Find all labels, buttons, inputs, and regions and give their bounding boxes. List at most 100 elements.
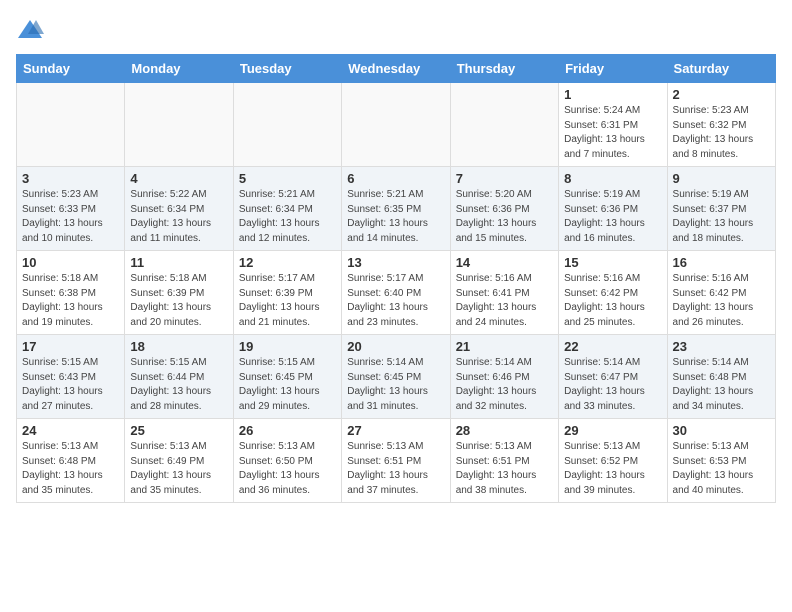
day-number: 12	[239, 255, 336, 270]
calendar-cell: 15 Sunrise: 5:16 AMSunset: 6:42 PMDayligh…	[559, 251, 667, 335]
calendar-cell: 18 Sunrise: 5:15 AMSunset: 6:44 PMDayligh…	[125, 335, 233, 419]
day-number: 29	[564, 423, 661, 438]
day-info: Sunrise: 5:16 AMSunset: 6:42 PMDaylight:…	[564, 272, 661, 330]
calendar-week-5: 24 Sunrise: 5:13 AMSunset: 6:48 PMDayligh…	[17, 419, 776, 503]
calendar-cell: 20 Sunrise: 5:14 AMSunset: 6:45 PMDayligh…	[342, 335, 450, 419]
day-number: 10	[22, 255, 119, 270]
day-number: 2	[673, 87, 770, 102]
day-number: 18	[130, 339, 227, 354]
day-number: 25	[130, 423, 227, 438]
day-number: 30	[673, 423, 770, 438]
calendar-cell: 5 Sunrise: 5:21 AMSunset: 6:34 PMDaylight…	[233, 167, 341, 251]
day-number: 28	[456, 423, 553, 438]
calendar-cell: 16Sunrise: 5:16 AMSunset: 6:42 PMDayligh…	[667, 251, 775, 335]
calendar-cell	[450, 83, 558, 167]
day-info: Sunrise: 5:13 AMSunset: 6:53 PMDaylight:…	[673, 440, 770, 498]
day-info: Sunrise: 5:13 AMSunset: 6:52 PMDaylight:…	[564, 440, 661, 498]
calendar-cell: 10 Sunrise: 5:18 AMSunset: 6:38 PMDayligh…	[17, 251, 125, 335]
calendar-week-2: 3 Sunrise: 5:23 AMSunset: 6:33 PMDaylight…	[17, 167, 776, 251]
day-info: Sunrise: 5:16 AMSunset: 6:41 PMDaylight:…	[456, 272, 553, 330]
day-number: 20	[347, 339, 444, 354]
day-info: Sunrise: 5:15 AMSunset: 6:43 PMDaylight:…	[22, 356, 119, 414]
header-friday: Friday	[559, 55, 667, 83]
day-number: 14	[456, 255, 553, 270]
calendar-cell: 9 Sunrise: 5:19 AMSunset: 6:37 PMDaylight…	[667, 167, 775, 251]
day-number: 13	[347, 255, 444, 270]
day-info: Sunrise: 5:17 AMSunset: 6:39 PMDaylight:…	[239, 272, 336, 330]
day-info: Sunrise: 5:23 AMSunset: 6:33 PMDaylight:…	[22, 188, 119, 246]
calendar-cell: 19Sunrise: 5:15 AMSunset: 6:45 PMDayligh…	[233, 335, 341, 419]
day-info: Sunrise: 5:21 AMSunset: 6:34 PMDaylight:…	[239, 188, 336, 246]
day-number: 11	[130, 255, 227, 270]
calendar-cell: 1Sunrise: 5:24 AMSunset: 6:31 PMDaylight…	[559, 83, 667, 167]
calendar-cell: 8 Sunrise: 5:19 AMSunset: 6:36 PMDaylight…	[559, 167, 667, 251]
calendar-week-1: 1Sunrise: 5:24 AMSunset: 6:31 PMDaylight…	[17, 83, 776, 167]
day-info: Sunrise: 5:13 AMSunset: 6:51 PMDaylight:…	[347, 440, 444, 498]
logo	[16, 16, 46, 44]
calendar-cell: 25 Sunrise: 5:13 AMSunset: 6:49 PMDayligh…	[125, 419, 233, 503]
day-number: 3	[22, 171, 119, 186]
calendar-cell	[125, 83, 233, 167]
calendar-cell: 4 Sunrise: 5:22 AMSunset: 6:34 PMDaylight…	[125, 167, 233, 251]
header-tuesday: Tuesday	[233, 55, 341, 83]
day-number: 19	[239, 339, 336, 354]
calendar-cell	[17, 83, 125, 167]
day-info: Sunrise: 5:14 AMSunset: 6:45 PMDaylight:…	[347, 356, 444, 414]
day-number: 26	[239, 423, 336, 438]
day-info: Sunrise: 5:13 AMSunset: 6:51 PMDaylight:…	[456, 440, 553, 498]
calendar-cell: 23Sunrise: 5:14 AMSunset: 6:48 PMDayligh…	[667, 335, 775, 419]
day-info: Sunrise: 5:22 AMSunset: 6:34 PMDaylight:…	[130, 188, 227, 246]
day-info: Sunrise: 5:24 AMSunset: 6:31 PMDaylight:…	[564, 104, 661, 162]
calendar-cell: 22 Sunrise: 5:14 AMSunset: 6:47 PMDayligh…	[559, 335, 667, 419]
header-monday: Monday	[125, 55, 233, 83]
calendar-week-3: 10 Sunrise: 5:18 AMSunset: 6:38 PMDayligh…	[17, 251, 776, 335]
calendar-table: SundayMondayTuesdayWednesdayThursdayFrid…	[16, 54, 776, 503]
day-number: 6	[347, 171, 444, 186]
calendar-cell: 26 Sunrise: 5:13 AMSunset: 6:50 PMDayligh…	[233, 419, 341, 503]
day-info: Sunrise: 5:14 AMSunset: 6:46 PMDaylight:…	[456, 356, 553, 414]
calendar-cell: 17 Sunrise: 5:15 AMSunset: 6:43 PMDayligh…	[17, 335, 125, 419]
calendar-cell: 13 Sunrise: 5:17 AMSunset: 6:40 PMDayligh…	[342, 251, 450, 335]
calendar-cell	[233, 83, 341, 167]
day-info: Sunrise: 5:13 AMSunset: 6:49 PMDaylight:…	[130, 440, 227, 498]
calendar-week-4: 17 Sunrise: 5:15 AMSunset: 6:43 PMDayligh…	[17, 335, 776, 419]
calendar-cell: 6 Sunrise: 5:21 AMSunset: 6:35 PMDaylight…	[342, 167, 450, 251]
day-info: Sunrise: 5:19 AMSunset: 6:36 PMDaylight:…	[564, 188, 661, 246]
day-number: 7	[456, 171, 553, 186]
calendar-cell: 28 Sunrise: 5:13 AMSunset: 6:51 PMDayligh…	[450, 419, 558, 503]
day-number: 8	[564, 171, 661, 186]
calendar-cell: 14 Sunrise: 5:16 AMSunset: 6:41 PMDayligh…	[450, 251, 558, 335]
day-info: Sunrise: 5:17 AMSunset: 6:40 PMDaylight:…	[347, 272, 444, 330]
day-info: Sunrise: 5:21 AMSunset: 6:35 PMDaylight:…	[347, 188, 444, 246]
day-info: Sunrise: 5:18 AMSunset: 6:38 PMDaylight:…	[22, 272, 119, 330]
calendar-cell: 2 Sunrise: 5:23 AMSunset: 6:32 PMDaylight…	[667, 83, 775, 167]
calendar-cell: 7 Sunrise: 5:20 AMSunset: 6:36 PMDaylight…	[450, 167, 558, 251]
day-number: 5	[239, 171, 336, 186]
day-info: Sunrise: 5:20 AMSunset: 6:36 PMDaylight:…	[456, 188, 553, 246]
day-number: 21	[456, 339, 553, 354]
header-thursday: Thursday	[450, 55, 558, 83]
day-info: Sunrise: 5:15 AMSunset: 6:44 PMDaylight:…	[130, 356, 227, 414]
day-info: Sunrise: 5:13 AMSunset: 6:50 PMDaylight:…	[239, 440, 336, 498]
day-number: 17	[22, 339, 119, 354]
day-number: 22	[564, 339, 661, 354]
calendar-cell: 30 Sunrise: 5:13 AMSunset: 6:53 PMDayligh…	[667, 419, 775, 503]
day-number: 24	[22, 423, 119, 438]
day-info: Sunrise: 5:16 AMSunset: 6:42 PMDaylight:…	[673, 272, 770, 330]
day-info: Sunrise: 5:14 AMSunset: 6:47 PMDaylight:…	[564, 356, 661, 414]
calendar-cell: 3 Sunrise: 5:23 AMSunset: 6:33 PMDaylight…	[17, 167, 125, 251]
calendar-cell: 21 Sunrise: 5:14 AMSunset: 6:46 PMDayligh…	[450, 335, 558, 419]
header-wednesday: Wednesday	[342, 55, 450, 83]
day-number: 15	[564, 255, 661, 270]
calendar-cell: 12 Sunrise: 5:17 AMSunset: 6:39 PMDayligh…	[233, 251, 341, 335]
day-number: 9	[673, 171, 770, 186]
header-sunday: Sunday	[17, 55, 125, 83]
header-saturday: Saturday	[667, 55, 775, 83]
day-info: Sunrise: 5:23 AMSunset: 6:32 PMDaylight:…	[673, 104, 770, 162]
day-number: 4	[130, 171, 227, 186]
day-info: Sunrise: 5:19 AMSunset: 6:37 PMDaylight:…	[673, 188, 770, 246]
calendar-cell: 27Sunrise: 5:13 AMSunset: 6:51 PMDayligh…	[342, 419, 450, 503]
calendar-cell: 29 Sunrise: 5:13 AMSunset: 6:52 PMDayligh…	[559, 419, 667, 503]
day-info: Sunrise: 5:13 AMSunset: 6:48 PMDaylight:…	[22, 440, 119, 498]
header	[16, 16, 776, 44]
